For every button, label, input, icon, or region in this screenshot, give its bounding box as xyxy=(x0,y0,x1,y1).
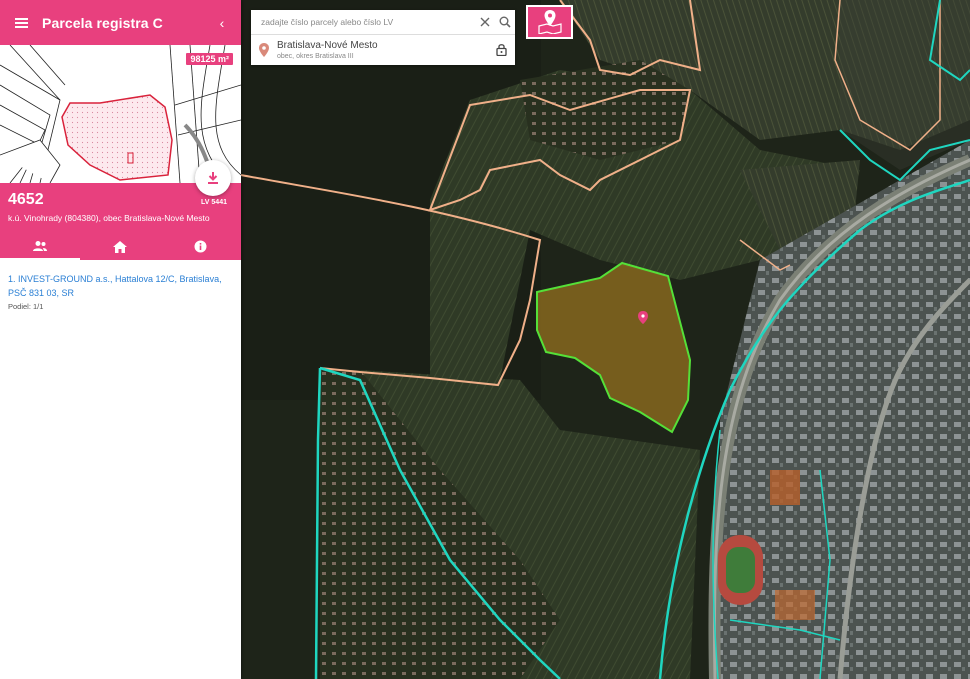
home-icon xyxy=(113,240,128,253)
owners-list: 1. INVEST-GROUND a.s., Hattalova 12/C, B… xyxy=(0,260,241,323)
owner-name-link[interactable]: 1. INVEST-GROUND a.s., Hattalova 12/C, B… xyxy=(8,272,233,286)
menu-icon[interactable] xyxy=(0,0,42,45)
owner-address-link[interactable]: PSČ 831 03, SR xyxy=(8,286,233,300)
parcel-sidebar: Parcela registra C ‹ 98125 m² 4652 k.ú. … xyxy=(0,0,241,679)
clear-icon[interactable] xyxy=(475,10,495,35)
parcel-number: 4652 xyxy=(8,191,44,208)
sidebar-header: Parcela registra C ‹ xyxy=(0,0,241,45)
parcel-location: k.ú. Vinohrady (804380), obec Bratislava… xyxy=(8,213,210,223)
tab-owners[interactable] xyxy=(0,233,81,260)
people-icon xyxy=(33,240,48,251)
lock-icon[interactable] xyxy=(496,43,507,61)
chevron-left-icon[interactable]: ‹ xyxy=(203,0,241,45)
search-input[interactable] xyxy=(251,17,475,27)
result-title: Bratislava-Nové Mesto xyxy=(277,39,378,51)
lv-number: LV 5441 xyxy=(201,199,227,206)
area-badge: 98125 m² xyxy=(186,53,233,65)
owner-share: Podiel: 1/1 xyxy=(8,302,44,311)
download-icon xyxy=(208,172,218,184)
sidebar-title: Parcela registra C xyxy=(42,14,163,31)
locate-button[interactable] xyxy=(526,5,573,39)
download-button[interactable] xyxy=(195,160,231,196)
location-pin-icon xyxy=(259,43,269,57)
info-icon xyxy=(194,240,207,253)
tab-property[interactable] xyxy=(80,233,160,260)
result-subtitle: obec, okres Bratislava III xyxy=(277,52,354,60)
sidebar-tabs xyxy=(0,233,241,260)
map-location-icon xyxy=(537,10,562,34)
tab-info[interactable] xyxy=(161,233,241,260)
search-result-item[interactable]: Bratislava-Nové Mesto obec, okres Bratis… xyxy=(251,35,515,65)
search-panel: Bratislava-Nové Mesto obec, okres Bratis… xyxy=(251,10,515,65)
search-icon[interactable] xyxy=(495,10,515,35)
